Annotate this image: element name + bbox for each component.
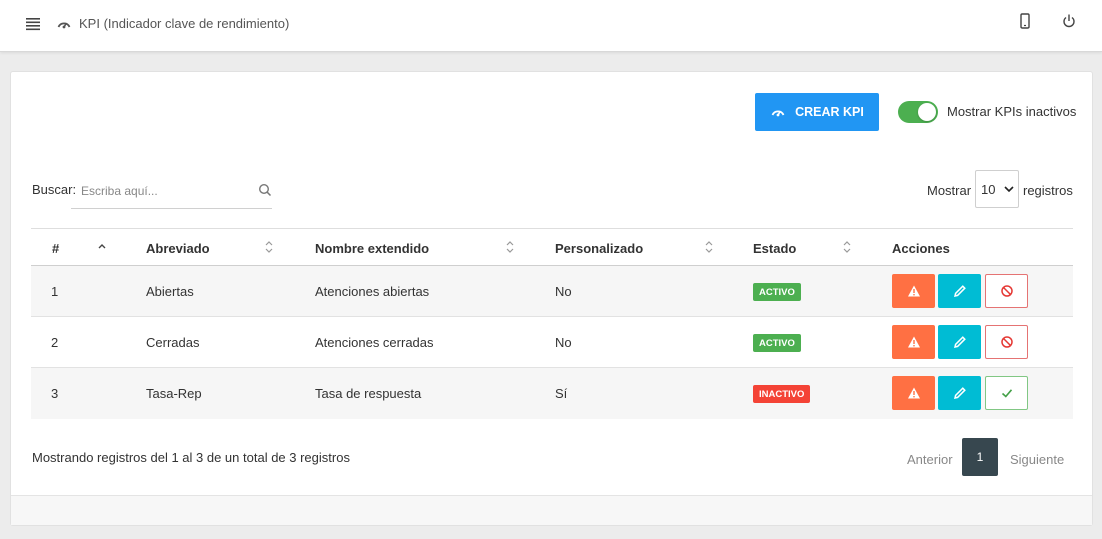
sort-asc-icon[interactable] bbox=[97, 240, 107, 254]
top-bar: KPI (Indicador clave de rendimiento) bbox=[0, 0, 1102, 52]
warning-button[interactable] bbox=[892, 376, 935, 410]
cell-abbreviated: Abiertas bbox=[146, 284, 194, 299]
pagination-next[interactable]: Siguiente bbox=[1010, 452, 1064, 467]
status-badge: INACTIVO bbox=[753, 385, 811, 403]
sort-icon[interactable] bbox=[505, 240, 515, 254]
create-kpi-button[interactable]: CREAR KPI bbox=[755, 93, 879, 131]
menu-icon[interactable] bbox=[24, 15, 42, 33]
pencil-icon bbox=[953, 336, 966, 349]
gauge-icon bbox=[771, 110, 785, 117]
show-inactive-label: Mostrar KPIs inactivos bbox=[947, 104, 1077, 119]
edit-button[interactable] bbox=[938, 376, 981, 410]
warning-icon bbox=[907, 336, 920, 348]
column-custom[interactable]: Personalizado bbox=[555, 241, 643, 256]
cell-extended-name: Atenciones cerradas bbox=[315, 335, 434, 350]
toggle-knob bbox=[918, 103, 936, 121]
pencil-icon bbox=[953, 387, 966, 400]
show-inactive-toggle[interactable] bbox=[898, 101, 938, 123]
sort-icon[interactable] bbox=[704, 240, 714, 254]
search-label: Buscar: bbox=[32, 182, 77, 197]
warning-button[interactable] bbox=[892, 274, 935, 308]
cell-custom: No bbox=[555, 284, 572, 299]
cell-extended-name: Atenciones abiertas bbox=[315, 284, 430, 299]
pagination-page-1[interactable]: 1 bbox=[962, 438, 998, 476]
create-kpi-label: CREAR KPI bbox=[795, 105, 864, 119]
column-extended-name[interactable]: Nombre extendido bbox=[315, 241, 429, 256]
ban-icon bbox=[1000, 336, 1013, 348]
status-badge: ACTIVO bbox=[753, 283, 801, 301]
show-label: Mostrar bbox=[927, 183, 972, 198]
deactivate-button[interactable] bbox=[985, 274, 1028, 308]
sort-icon[interactable] bbox=[842, 240, 852, 254]
pencil-icon bbox=[953, 285, 966, 298]
table-summary: Mostrando registros del 1 al 3 de un tot… bbox=[32, 450, 350, 465]
edit-button[interactable] bbox=[938, 325, 981, 359]
ban-icon bbox=[1000, 285, 1013, 297]
table-row: 1 Abiertas Atenciones abiertas No ACTIVO bbox=[31, 266, 1073, 317]
page-length-value: 10 bbox=[981, 181, 996, 197]
records-label: registros bbox=[1023, 183, 1073, 198]
warning-icon bbox=[907, 387, 920, 399]
page-title: KPI (Indicador clave de rendimiento) bbox=[79, 16, 290, 31]
mobile-icon[interactable] bbox=[1017, 12, 1033, 30]
page-length-select[interactable]: 10 bbox=[975, 170, 1019, 208]
cell-number: 2 bbox=[51, 335, 59, 350]
cell-number: 1 bbox=[51, 284, 59, 299]
card-footer bbox=[11, 495, 1092, 525]
edit-button[interactable] bbox=[938, 274, 981, 308]
cell-number: 3 bbox=[51, 386, 59, 401]
column-actions: Acciones bbox=[892, 241, 950, 256]
column-number[interactable]: # bbox=[52, 241, 59, 256]
cell-custom: Sí bbox=[555, 386, 568, 401]
pagination-previous[interactable]: Anterior bbox=[907, 452, 953, 467]
chevron-down-icon bbox=[1004, 186, 1014, 193]
table-header: # Abreviado Nombre extendido Personaliza… bbox=[31, 228, 1073, 266]
activate-button[interactable] bbox=[985, 376, 1028, 410]
column-abbreviated[interactable]: Abreviado bbox=[146, 241, 210, 256]
cell-custom: No bbox=[555, 335, 572, 350]
cell-abbreviated: Cerradas bbox=[146, 335, 200, 350]
status-badge: ACTIVO bbox=[753, 334, 801, 352]
kpi-table: # Abreviado Nombre extendido Personaliza… bbox=[31, 228, 1073, 419]
cell-abbreviated: Tasa-Rep bbox=[146, 386, 202, 401]
deactivate-button[interactable] bbox=[985, 325, 1028, 359]
search-box bbox=[71, 173, 272, 209]
warning-icon bbox=[907, 285, 920, 297]
search-input[interactable] bbox=[81, 182, 251, 200]
sort-icon[interactable] bbox=[264, 240, 274, 254]
search-icon[interactable] bbox=[258, 183, 272, 197]
check-icon bbox=[1001, 389, 1012, 398]
power-icon[interactable] bbox=[1061, 12, 1077, 30]
column-status[interactable]: Estado bbox=[753, 241, 796, 256]
table-row: 3 Tasa-Rep Tasa de respuesta Sí INACTIVO bbox=[31, 368, 1073, 419]
kpi-card: CREAR KPI Mostrar KPIs inactivos Buscar:… bbox=[10, 71, 1093, 526]
gauge-icon bbox=[57, 22, 71, 29]
warning-button[interactable] bbox=[892, 325, 935, 359]
cell-extended-name: Tasa de respuesta bbox=[315, 386, 422, 401]
table-row: 2 Cerradas Atenciones cerradas No ACTIVO bbox=[31, 317, 1073, 368]
